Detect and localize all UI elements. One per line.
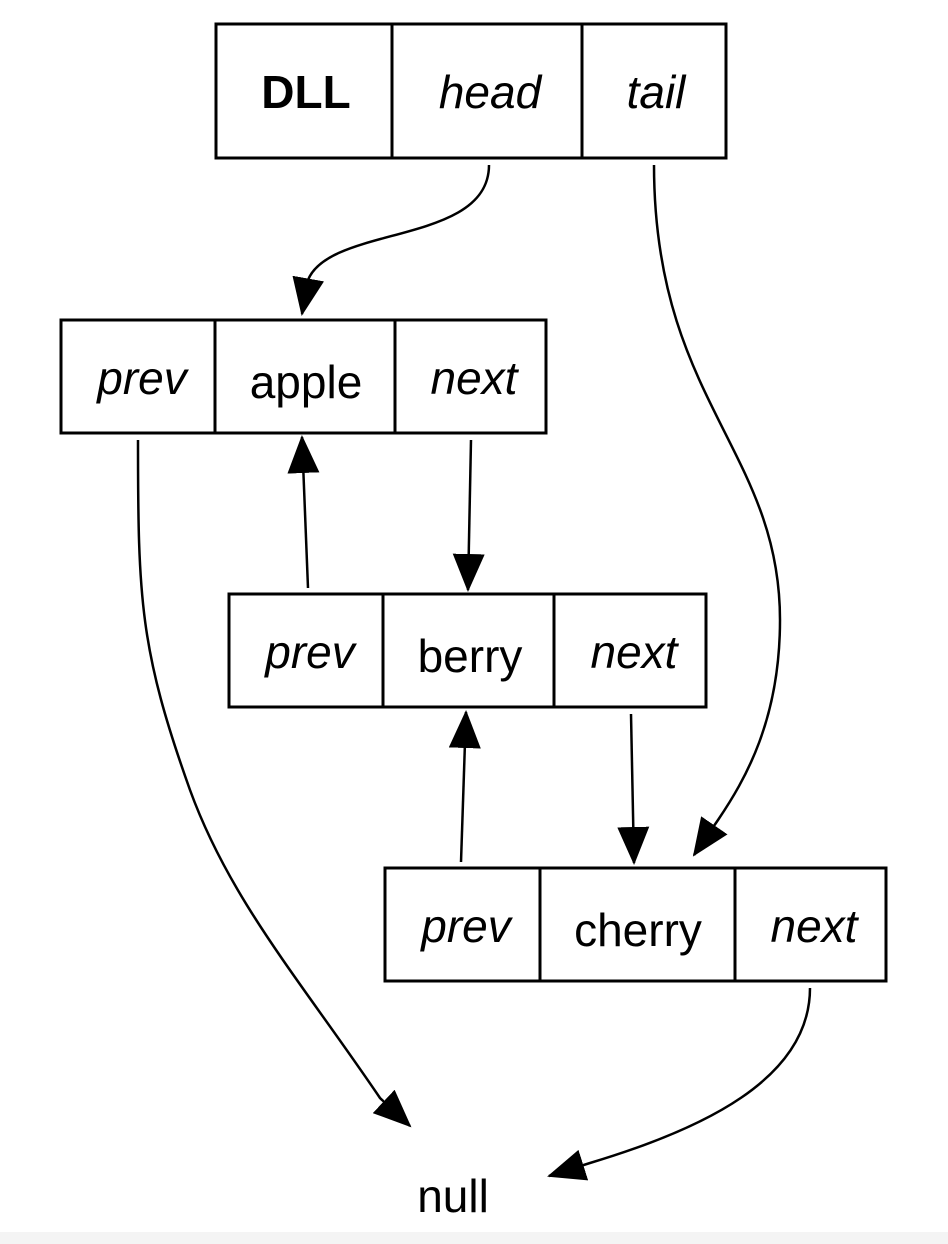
cherry-prev-field: prev <box>419 900 513 952</box>
node-apple: prev apple next <box>59 318 548 435</box>
dll-record: DLL head tail <box>214 22 728 160</box>
null-terminal: null <box>417 1170 489 1222</box>
edge-apple-next-to-berry <box>452 439 485 592</box>
edge-head-to-apple <box>292 164 491 316</box>
berry-prev-field: prev <box>263 626 357 678</box>
dll-label: DLL <box>261 66 350 118</box>
berry-next-field: next <box>591 626 680 678</box>
berry-value: berry <box>418 630 523 682</box>
cherry-next-field: next <box>771 900 860 952</box>
apple-value: apple <box>250 356 363 408</box>
cherry-value: cherry <box>574 904 702 956</box>
edge-cherry-prev-to-berry <box>448 710 481 863</box>
edge-berry-prev-to-apple <box>287 435 320 589</box>
edge-berry-next-to-cherry <box>617 713 650 865</box>
linked-list-diagram: DLL head tail prev apple next prev berry… <box>59 22 888 1222</box>
apple-next-field: next <box>431 352 520 404</box>
dll-head-field: head <box>439 66 543 118</box>
apple-prev-field: prev <box>95 352 189 404</box>
node-cherry: prev cherry next <box>383 866 888 983</box>
bottom-strip <box>0 1232 948 1244</box>
edge-apple-prev-to-null <box>136 439 412 1128</box>
node-berry: prev berry next <box>227 592 708 709</box>
edge-cherry-next-to-null <box>547 987 812 1181</box>
dll-tail-field: tail <box>627 66 688 118</box>
edge-tail-to-cherry <box>652 164 782 857</box>
